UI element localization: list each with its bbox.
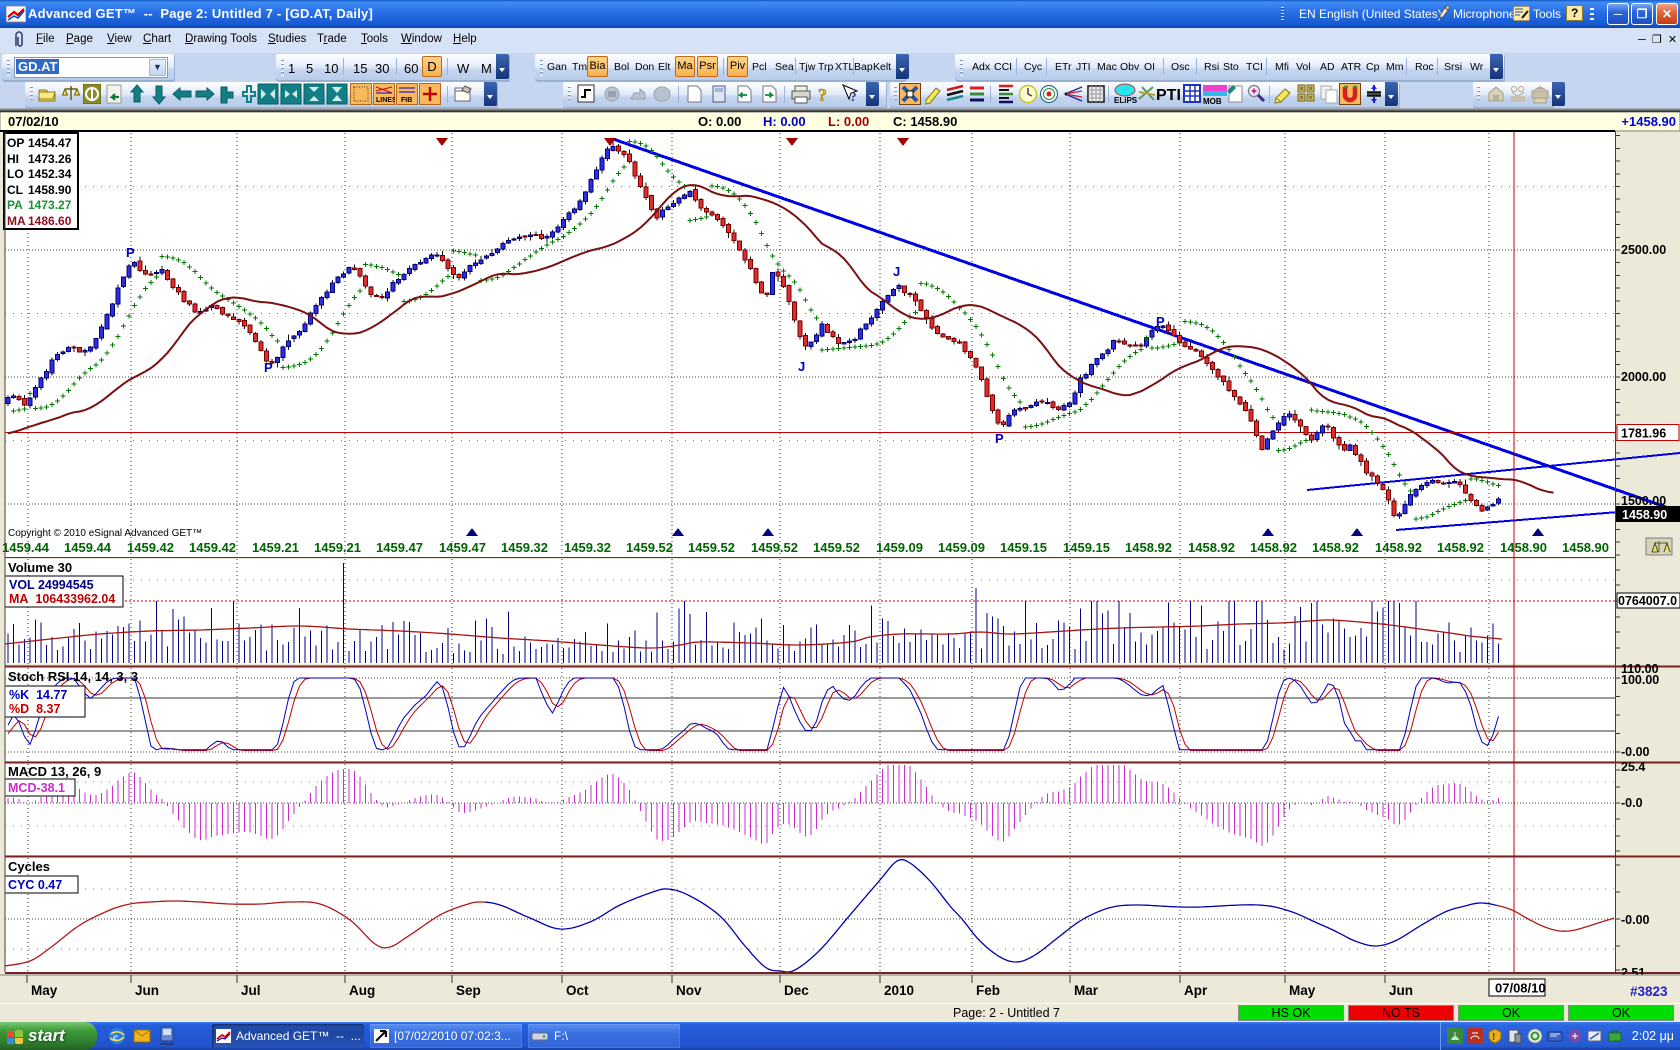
svg-text:1458.92: 1458.92 [1312, 540, 1359, 555]
svg-text:MACD 13, 26, 9: MACD 13, 26, 9 [8, 764, 101, 779]
svg-text:VOL 24994545: VOL 24994545 [9, 578, 94, 592]
svg-text:1459.42: 1459.42 [127, 540, 174, 555]
svg-text:Apr: Apr [1184, 983, 1208, 998]
svg-text:FIB: FIB [401, 97, 412, 104]
svg-text:Stoch RSI 14, 14, 3, 3: Stoch RSI 14, 14, 3, 3 [8, 669, 138, 684]
svg-text:May: May [31, 983, 58, 998]
svg-text:CL: CL [7, 183, 23, 197]
svg-text:Dec: Dec [784, 983, 809, 998]
svg-text:1459.52: 1459.52 [813, 540, 860, 555]
svg-text:MOB: MOB [1203, 97, 1222, 105]
svg-text:1459.21: 1459.21 [314, 540, 361, 555]
svg-text:07/02/10: 07/02/10 [8, 114, 59, 129]
svg-text:LO: LO [7, 167, 24, 181]
svg-text:100.00: 100.00 [1621, 673, 1659, 687]
svg-text:L: 0.00: L: 0.00 [828, 114, 869, 129]
svg-text:1458.90: 1458.90 [1500, 540, 1547, 555]
svg-text:1459.42: 1459.42 [189, 540, 236, 555]
svg-text:1459.47: 1459.47 [376, 540, 423, 555]
svg-text:ELiPS: ELiPS [1114, 96, 1138, 105]
svg-text:?: ? [850, 89, 857, 104]
svg-text:#3823: #3823 [1630, 984, 1668, 999]
svg-text:P: P [1156, 314, 1165, 329]
svg-text:1459.21: 1459.21 [252, 540, 299, 555]
svg-text:-0.00: -0.00 [1621, 745, 1650, 759]
svg-text:P: P [126, 245, 135, 260]
svg-text:Cycles: Cycles [8, 859, 50, 874]
svg-text:P: P [264, 360, 273, 375]
svg-text:Copyright © 2010 eSignal Advan: Copyright © 2010 eSignal Advanced GET™ [8, 528, 202, 539]
svg-text:Oct: Oct [566, 983, 589, 998]
svg-text:Aug: Aug [349, 983, 375, 998]
svg-text:1473.26: 1473.26 [28, 152, 72, 166]
svg-text:P: P [995, 431, 1004, 446]
svg-text:1459.44: 1459.44 [2, 540, 50, 555]
svg-text:1458.90: 1458.90 [1622, 508, 1667, 522]
svg-text:07/08/10: 07/08/10 [1495, 981, 1546, 996]
svg-text:MCD-38.1: MCD-38.1 [8, 781, 65, 795]
svg-text:2000.00: 2000.00 [1621, 370, 1666, 384]
svg-text:C: 1458.90: C: 1458.90 [893, 114, 957, 129]
svg-text:J: J [893, 264, 900, 279]
svg-text:1459.09: 1459.09 [876, 540, 923, 555]
svg-text:OP: OP [7, 136, 24, 150]
svg-text:1459.32: 1459.32 [501, 540, 548, 555]
svg-text:%K 14.77: %K 14.77 [9, 688, 67, 702]
svg-text:Jul: Jul [241, 983, 261, 998]
svg-text:0764007.0: 0764007.0 [1618, 594, 1677, 608]
svg-text:-0.00: -0.00 [1621, 913, 1650, 927]
svg-text:Feb: Feb [976, 983, 1000, 998]
svg-text:PTI: PTI [1156, 87, 1180, 104]
svg-text:e: e [113, 1031, 118, 1043]
svg-text:Nov: Nov [676, 983, 702, 998]
svg-text:1458.92: 1458.92 [1250, 540, 1297, 555]
svg-text:1459.52: 1459.52 [688, 540, 735, 555]
svg-text:1458.90: 1458.90 [1562, 540, 1609, 555]
svg-text:PA: PA [7, 198, 23, 212]
svg-text:May: May [1289, 983, 1316, 998]
svg-text:Jun: Jun [135, 983, 159, 998]
svg-text:MA: MA [7, 214, 26, 228]
svg-text:-0.0: -0.0 [1621, 796, 1643, 810]
svg-text:1459.15: 1459.15 [1063, 540, 1110, 555]
svg-text:2010: 2010 [884, 983, 914, 998]
svg-text:1459.15: 1459.15 [1000, 540, 1047, 555]
svg-text:Mar: Mar [1074, 983, 1099, 998]
svg-text:Jun: Jun [1389, 983, 1413, 998]
svg-text:CYC 0.47: CYC 0.47 [8, 878, 62, 892]
svg-text:MA 106433962.04: MA 106433962.04 [9, 592, 115, 606]
svg-text:1459.32: 1459.32 [564, 540, 611, 555]
svg-text:1452.34: 1452.34 [28, 167, 72, 181]
svg-text:%D 8.37: %D 8.37 [9, 702, 60, 716]
svg-text:1486.60: 1486.60 [28, 214, 72, 228]
svg-text:1459.52: 1459.52 [626, 540, 673, 555]
svg-text:J: J [798, 359, 805, 374]
svg-text:H: 0.00: H: 0.00 [763, 114, 806, 129]
svg-text:1781.96: 1781.96 [1621, 427, 1666, 441]
svg-text:O: 0.00: O: 0.00 [698, 114, 741, 129]
svg-text:1454.47: 1454.47 [28, 136, 72, 150]
svg-text:1473.27: 1473.27 [28, 198, 72, 212]
svg-text:1459.09: 1459.09 [938, 540, 985, 555]
svg-text:LINES: LINES [376, 97, 395, 104]
svg-text:+1458.90: +1458.90 [1621, 114, 1676, 129]
svg-text:1458.92: 1458.92 [1125, 540, 1172, 555]
svg-text:1459.44: 1459.44 [64, 540, 112, 555]
svg-text:Volume 30: Volume 30 [8, 560, 72, 575]
svg-text:1459.47: 1459.47 [439, 540, 486, 555]
svg-text:2500.00: 2500.00 [1621, 243, 1666, 257]
svg-text:25.4: 25.4 [1621, 760, 1645, 774]
svg-text:1459.52: 1459.52 [751, 540, 798, 555]
svg-text:1500.00: 1500.00 [1621, 494, 1666, 508]
svg-text:Sep: Sep [456, 983, 481, 998]
svg-text:1458.92: 1458.92 [1437, 540, 1484, 555]
svg-text:!: ! [1492, 1032, 1495, 1043]
svg-text:?: ? [818, 85, 827, 105]
svg-text:1458.92: 1458.92 [1188, 540, 1235, 555]
svg-text:1458.90: 1458.90 [28, 183, 72, 197]
svg-text:1458.92: 1458.92 [1375, 540, 1422, 555]
svg-text:HI: HI [7, 152, 19, 166]
